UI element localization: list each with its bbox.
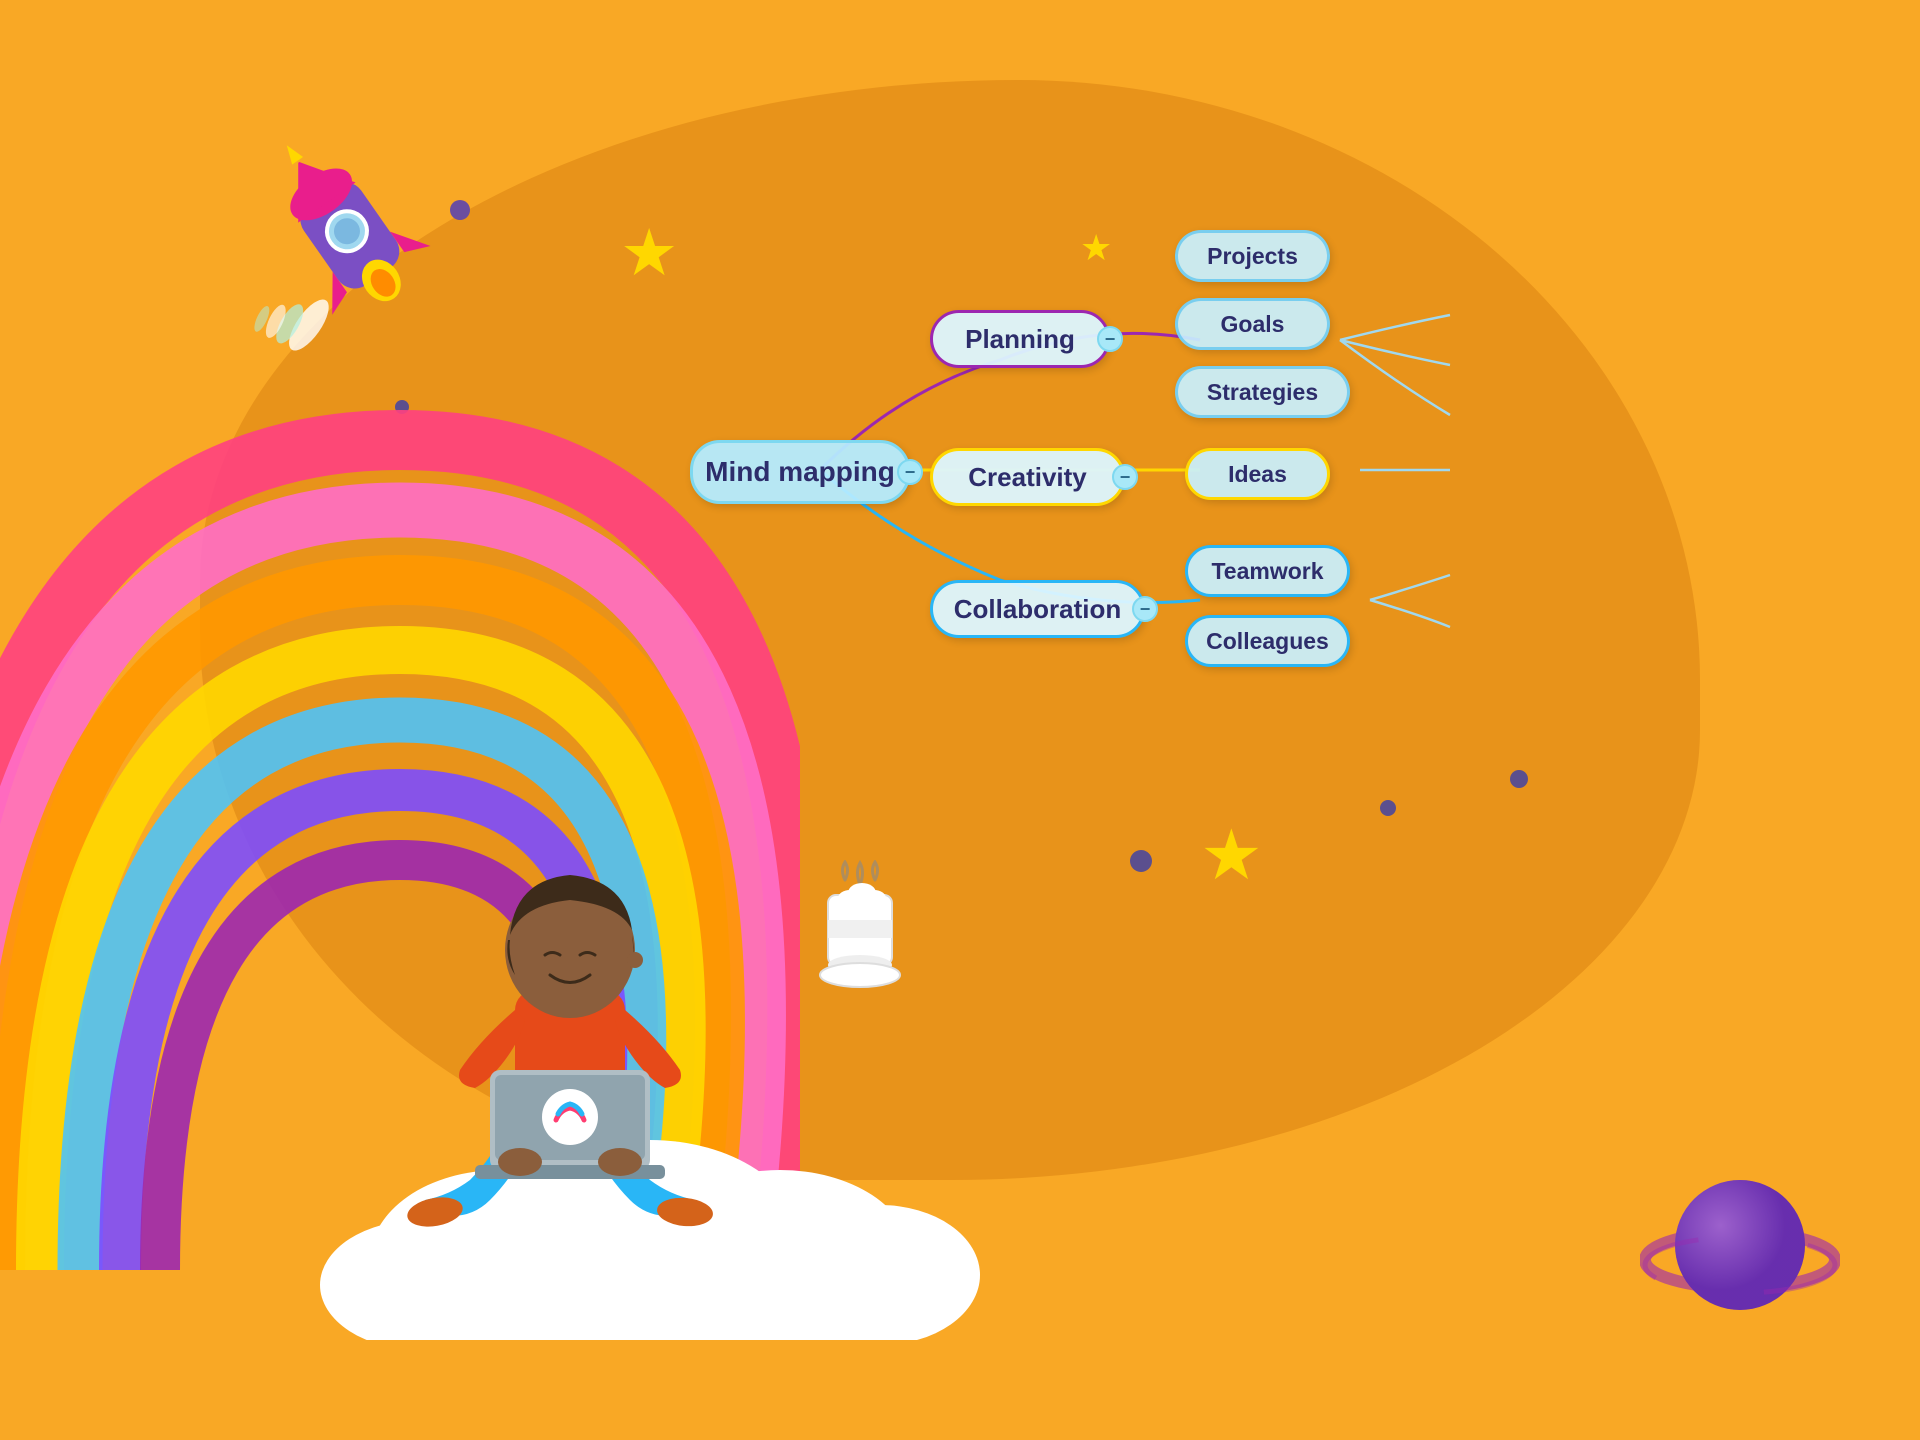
- mindmap-teamwork-node[interactable]: Teamwork: [1185, 545, 1350, 597]
- mindmap-strategies-node[interactable]: Strategies: [1175, 366, 1350, 418]
- mindmap-colleagues-node[interactable]: Colleagues: [1185, 615, 1350, 667]
- dot-decoration-3: [1130, 850, 1152, 872]
- mindmap-goals-node[interactable]: Goals: [1175, 298, 1330, 350]
- collaboration-collapse-btn[interactable]: −: [1132, 596, 1158, 622]
- mindmap-projects-node[interactable]: Projects: [1175, 230, 1330, 282]
- mindmap-planning-node[interactable]: Planning −: [930, 310, 1110, 368]
- person-illustration: [360, 740, 780, 1240]
- planet-illustration: [1640, 1140, 1840, 1340]
- center-collapse-btn[interactable]: −: [897, 459, 923, 485]
- star-icon-3: ★: [1200, 820, 1263, 890]
- mindmap-collaboration-node[interactable]: Collaboration −: [930, 580, 1145, 638]
- mindmap-center-node[interactable]: Mind mapping −: [690, 440, 910, 504]
- coffee-cup-illustration: [810, 860, 910, 1010]
- mindmap-creativity-node[interactable]: Creativity −: [930, 448, 1125, 506]
- mindmap-ideas-node[interactable]: Ideas: [1185, 448, 1330, 500]
- planning-collapse-btn[interactable]: −: [1097, 326, 1123, 352]
- creativity-collapse-btn[interactable]: −: [1112, 464, 1138, 490]
- dot-decoration-4: [1380, 800, 1396, 816]
